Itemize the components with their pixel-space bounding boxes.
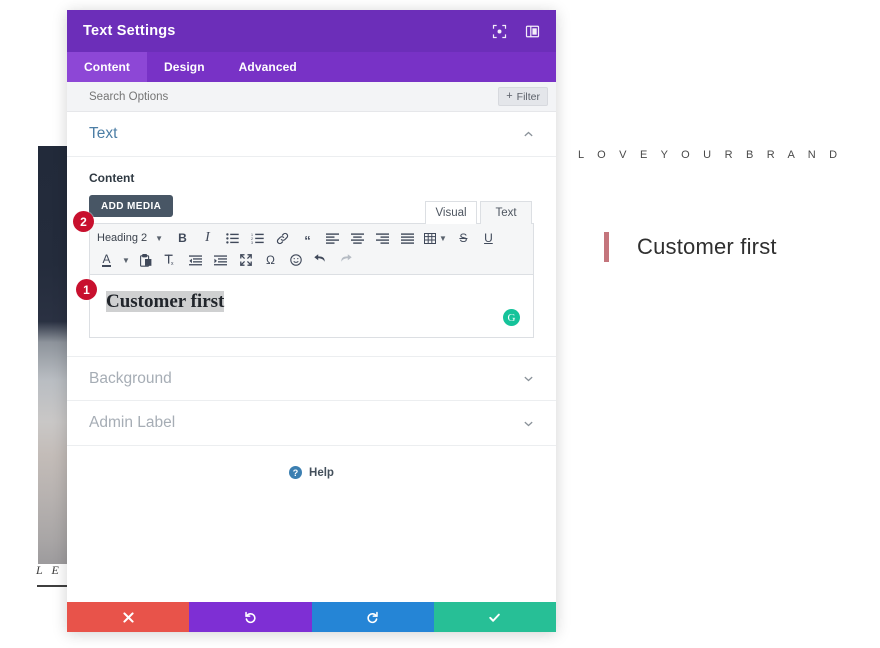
focus-icon[interactable] xyxy=(492,24,507,39)
eyebrow-text: L O V E Y O U R B R A N D xyxy=(578,149,843,161)
tab-content[interactable]: Content xyxy=(67,52,148,82)
modal-title: Text Settings xyxy=(83,23,176,39)
modal-body: Text Content ADD MEDIA Visual Text Headi… xyxy=(67,112,556,602)
editor-toolbar-row-2: A ▼ x Ω xyxy=(94,249,529,271)
undo-arrow-icon xyxy=(245,611,256,623)
blockquote-icon[interactable]: “ xyxy=(295,228,320,249)
indent-icon[interactable] xyxy=(208,250,233,271)
table-icon[interactable]: ▼ xyxy=(420,228,451,249)
undo-button[interactable] xyxy=(189,602,312,632)
section-header-text[interactable]: Text xyxy=(67,112,556,157)
align-center-icon[interactable] xyxy=(345,228,370,249)
editor-heading-text[interactable]: Customer first xyxy=(106,291,225,312)
emoji-icon[interactable] xyxy=(283,250,308,271)
format-select-value: Heading 2 xyxy=(97,232,148,244)
modal-action-bar xyxy=(67,602,556,632)
section-title-text: Text xyxy=(89,125,118,142)
clear-formatting-icon[interactable]: x xyxy=(158,250,183,271)
search-input[interactable] xyxy=(89,90,499,103)
underline-icon[interactable]: U xyxy=(476,228,501,249)
redo-arrow-icon xyxy=(367,611,378,623)
search-options-row: + Filter xyxy=(67,82,556,112)
headline-block: Customer first xyxy=(604,232,777,262)
modal-titlebar: Text Settings xyxy=(67,10,556,52)
filter-label: Filter xyxy=(516,90,540,103)
help-label: Help xyxy=(309,466,334,479)
text-settings-modal: Text Settings Content Design Advanced Se… xyxy=(67,10,556,632)
callout-badge-1: 1 xyxy=(76,279,97,300)
text-color-icon[interactable]: A xyxy=(94,250,119,271)
align-right-icon[interactable] xyxy=(370,228,395,249)
paste-as-text-icon[interactable] xyxy=(133,250,158,271)
chevron-down-icon: ▼ xyxy=(439,233,447,243)
tab-advanced[interactable]: Advanced xyxy=(222,52,314,82)
numbered-list-icon[interactable]: 123 xyxy=(245,228,270,249)
check-icon xyxy=(489,613,501,622)
bold-icon[interactable]: B xyxy=(170,228,195,249)
add-media-button[interactable]: ADD MEDIA xyxy=(89,195,174,217)
editor-view-tabs: Visual Text xyxy=(425,201,532,224)
headline-text: Customer first xyxy=(637,234,777,259)
fullscreen-icon[interactable] xyxy=(233,250,258,271)
tab-text[interactable]: Text xyxy=(480,201,532,224)
tab-design[interactable]: Design xyxy=(147,52,222,82)
section-header-admin-label[interactable]: Admin Label xyxy=(67,401,556,446)
align-left-icon[interactable] xyxy=(320,228,345,249)
screen: L E A L O V E Y O U R B R A N D Customer… xyxy=(0,0,880,648)
redo-button[interactable] xyxy=(311,602,434,632)
chevron-down-icon: ▼ xyxy=(155,233,164,243)
editor-content-area[interactable]: Customer first G xyxy=(90,275,533,337)
cancel-button[interactable] xyxy=(67,602,190,632)
svg-text:3: 3 xyxy=(251,241,253,244)
link-icon[interactable] xyxy=(270,228,295,249)
tab-visual[interactable]: Visual xyxy=(425,201,477,224)
chevron-down-icon xyxy=(524,376,533,382)
question-mark-icon: ? xyxy=(289,466,303,479)
hero-caption-rule xyxy=(37,585,68,587)
bulleted-list-icon[interactable] xyxy=(220,228,245,249)
panel-layout-icon[interactable] xyxy=(525,24,540,39)
undo-icon[interactable] xyxy=(308,250,333,271)
outdent-icon[interactable] xyxy=(183,250,208,271)
special-character-icon[interactable]: Ω xyxy=(258,250,283,271)
content-label: Content xyxy=(89,171,135,185)
section-title-background: Background xyxy=(89,369,172,387)
filter-button[interactable]: + Filter xyxy=(498,87,548,106)
close-icon xyxy=(123,611,134,623)
plus-icon: + xyxy=(506,90,513,102)
chevron-down-icon xyxy=(524,421,533,426)
editor-toolbar: Heading 2 ▼ B I 123 “ ▼ S U A ▼ x Ω xyxy=(90,224,533,275)
section-title-admin-label: Admin Label xyxy=(89,414,176,431)
titlebar-icon-group xyxy=(492,24,540,39)
headline-accent-bar xyxy=(604,232,609,262)
italic-icon[interactable]: I xyxy=(195,228,220,249)
format-select[interactable]: Heading 2 ▼ xyxy=(94,228,170,249)
align-justify-icon[interactable] xyxy=(395,228,420,249)
chevron-down-icon[interactable]: ▼ xyxy=(119,250,133,271)
chevron-up-icon xyxy=(524,131,533,136)
content-field-group: Content ADD MEDIA Visual Text Heading 2 … xyxy=(67,171,556,356)
save-button[interactable] xyxy=(433,602,556,632)
help-link[interactable]: ? Help xyxy=(67,446,556,479)
redo-icon[interactable] xyxy=(333,250,358,271)
grammarly-icon[interactable]: G xyxy=(503,309,520,326)
hero-image xyxy=(38,146,68,564)
modal-tabs: Content Design Advanced xyxy=(67,52,556,82)
svg-text:x: x xyxy=(171,261,174,266)
editor-toolbar-row-1: Heading 2 ▼ B I 123 “ ▼ S U xyxy=(94,227,529,249)
strikethrough-icon[interactable]: S xyxy=(451,228,476,249)
callout-badge-2: 2 xyxy=(73,211,94,232)
section-header-background[interactable]: Background xyxy=(67,356,556,401)
wysiwyg-editor: Visual Text Heading 2 ▼ B I 1 2 3 “ ▼ S … xyxy=(89,201,534,338)
